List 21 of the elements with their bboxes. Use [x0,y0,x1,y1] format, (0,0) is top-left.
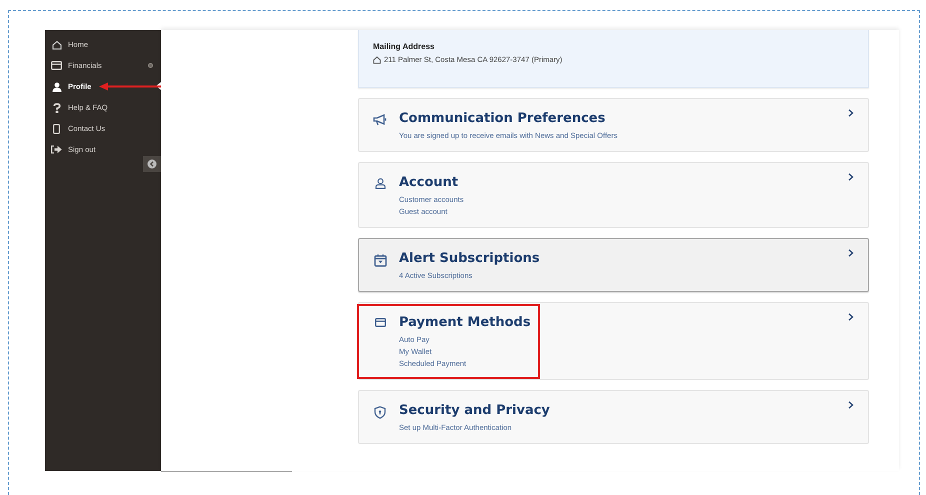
expand-icon[interactable] [148,63,153,68]
credit-card-icon [51,61,62,70]
card-title: Account [399,175,460,190]
card-title: Payment Methods [399,315,532,330]
phone-icon [53,124,60,134]
card-title: Security and Privacy [399,403,551,418]
person-icon [374,178,386,189]
card-title: Communication Preferences [399,111,606,126]
collapse-icon [147,159,157,169]
credit-card-icon [374,318,386,327]
home-icon [373,56,381,64]
card-title: Alert Subscriptions [399,251,541,266]
shield-icon [374,406,386,419]
home-icon [52,40,62,50]
person-icon [52,82,62,92]
megaphone-icon [373,114,387,126]
sign-out-icon [51,145,62,154]
collapse-button[interactable] [143,156,161,172]
question-mark-icon [52,102,60,112]
section-heading: Mailing Address [373,42,436,51]
calendar-icon [374,254,386,267]
